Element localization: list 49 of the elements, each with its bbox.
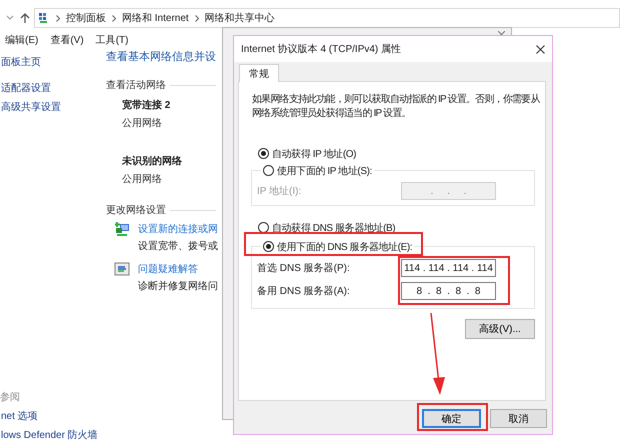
section-heading: 更改网络设置: [106, 203, 216, 217]
cancel-button[interactable]: 取消: [490, 409, 547, 428]
sidebar-link[interactable]: 面板主页: [1, 55, 41, 69]
field-label: IP 地址(I):: [257, 184, 302, 198]
menu-item[interactable]: 编辑(E): [5, 33, 38, 47]
task-link[interactable]: 设置新的连接或网: [138, 222, 218, 236]
chevron-icon: [56, 14, 60, 22]
radio-button[interactable]: [263, 165, 274, 176]
chevron-icon: [194, 14, 199, 22]
section-heading: 查看活动网络: [106, 78, 216, 92]
breadcrumb[interactable]: 网络和共享中心: [204, 11, 275, 25]
radio-label[interactable]: 使用下面的 DNS 服务器地址(E):: [277, 240, 412, 254]
task-description: 设置宽带、拨号或: [138, 240, 218, 253]
network-name: 未识别的网络: [122, 154, 182, 168]
field-label: 首选 DNS 服务器(P):: [257, 262, 351, 275]
menu-item[interactable]: 工具(T): [96, 33, 128, 47]
task-description: 诊断并修复网络问: [138, 280, 218, 293]
breadcrumb[interactable]: 控制面板: [66, 11, 106, 25]
troubleshoot-icon: [114, 261, 130, 277]
control-panel-icon: [38, 12, 50, 24]
field-label: 备用 DNS 服务器(A):: [257, 285, 351, 298]
network-name: 宽带连接 2: [122, 98, 170, 112]
description-text: 网络系统管理员处获得适当的 IP 设置。: [252, 107, 411, 121]
sidebar-link[interactable]: net 选项: [1, 409, 38, 423]
ip-address-field[interactable]: 8 . 8 . 8 . 8: [401, 282, 496, 300]
menu-item[interactable]: 查看(V): [50, 33, 84, 47]
section-heading: 参阅: [0, 390, 21, 404]
sidebar-link[interactable]: 适配器设置: [1, 81, 51, 95]
network-type: 公用网络: [122, 173, 162, 186]
breadcrumb[interactable]: 网络和 Internet: [122, 11, 189, 25]
sidebar-link[interactable]: lows Defender 防火墙: [1, 428, 98, 442]
radio-button[interactable]: [258, 148, 269, 159]
radio-button[interactable]: [263, 241, 274, 252]
network-setup-icon: [114, 221, 130, 237]
ip-address-field[interactable]: 114 . 114 . 114 . 114: [401, 259, 496, 277]
radio-label[interactable]: 使用下面的 IP 地址(S):: [277, 164, 372, 178]
chevron-icon: [112, 14, 116, 22]
highlight-frame: [417, 403, 488, 431]
description-text: 如果网络支持此功能，则可以获取自动指派的 IP 设置。否则，你需要从: [252, 93, 540, 107]
task-link[interactable]: 问题疑难解答: [138, 262, 198, 276]
radio-label[interactable]: 自动获得 IP 地址(O): [272, 146, 356, 160]
page-title: 查看基本网络信息并设: [106, 50, 216, 64]
sidebar-link[interactable]: 高级共享设置: [1, 100, 61, 114]
dialog-title: Internet 协议版本 4 (TCP/IPv4) 属性: [241, 42, 402, 56]
radio-button[interactable]: [258, 222, 269, 233]
advanced-button[interactable]: 高级(V)...: [465, 319, 535, 339]
network-type: 公用网络: [122, 117, 162, 130]
tab[interactable]: 常规: [239, 64, 279, 82]
ok-button[interactable]: 确定: [422, 409, 481, 428]
